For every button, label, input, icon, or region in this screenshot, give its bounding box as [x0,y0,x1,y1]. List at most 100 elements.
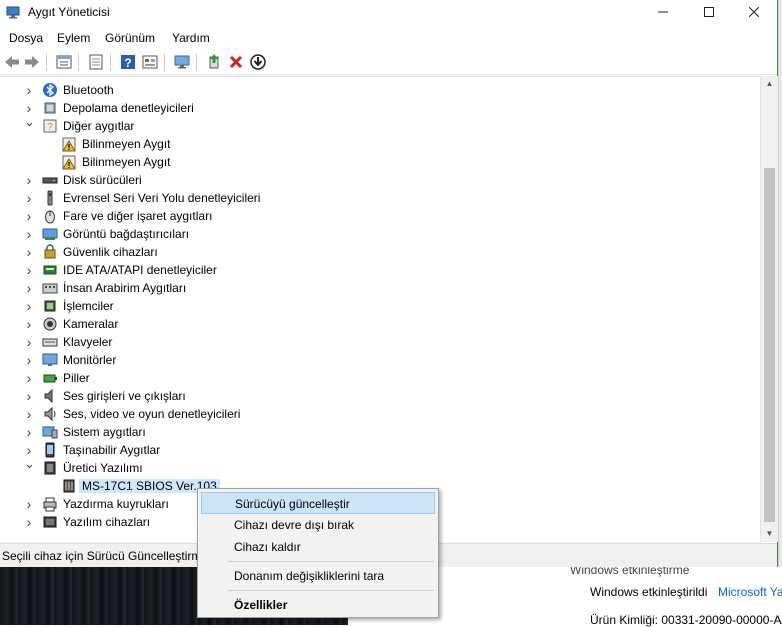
tree-item[interactable]: › Güvenlik cihazları [0,243,760,261]
minimize-icon [658,11,668,13]
tree-item[interactable]: › Taşınabilir Aygıtlar [0,441,760,459]
forward-arrow-icon[interactable] [23,53,41,71]
tree-item-label: Diğer aygıtlar [63,119,135,133]
tree-item[interactable]: › Sistem aygıtları [0,423,760,441]
tree-item-label: Bilinmeyen Aygıt [82,137,171,151]
chevron-right-icon[interactable]: › [24,371,34,385]
menu-update-driver[interactable]: Sürücüyü güncelleştir [201,492,435,514]
close-icon [748,6,760,18]
chevron-right-icon[interactable]: › [24,425,34,439]
uninstall-x-icon[interactable] [227,53,245,71]
chevron-right-icon[interactable]: › [24,83,34,97]
tree-item[interactable]: › Evrensel Seri Veri Yolu denetleyicileri [0,189,760,207]
chevron-right-icon[interactable]: › [24,263,34,277]
chevron-right-icon[interactable]: › [24,389,34,403]
tree-item[interactable]: › Disk sürücüleri [0,171,760,189]
chevron-right-icon[interactable]: › [24,281,34,295]
chevron-right-icon[interactable]: › [24,443,34,457]
scroll-down-icon[interactable]: ▼ [761,526,778,542]
menu-scan-hardware[interactable]: Donanım değişikliklerini tara [201,565,435,587]
help-icon[interactable]: ? [119,53,137,71]
tree-item-label: Piller [63,371,90,385]
show-hidden-icon[interactable] [87,53,105,71]
menu-gorunum[interactable]: Görünüm [105,31,155,45]
toolbar-separator [164,54,165,71]
menu-dosya[interactable]: Dosya [9,31,43,45]
menu-separator [228,561,434,562]
tree-item[interactable]: › Fare ve diğer işaret aygıtları [0,207,760,225]
svg-text:?: ? [47,122,53,133]
tree-item-label-wrap: IDE ATA/ATAPI denetleyiciler [63,263,217,277]
chevron-right-icon[interactable]: › [24,299,34,313]
minimize-button[interactable] [640,0,686,24]
tree-item[interactable]: › İşlemciler [0,297,760,315]
menu-eylem[interactable]: Eylem [57,31,90,45]
tree-item-label-wrap: Monitörler [63,353,116,367]
storage-controller-icon [44,102,56,114]
scroll-up-icon[interactable]: ▲ [761,76,778,92]
chevron-right-icon[interactable]: › [24,317,34,331]
menu-disable-device[interactable]: Cihazı devre dışı bırak [201,514,435,536]
window-title: Aygıt Yöneticisi [28,5,110,19]
download-circle-icon[interactable] [249,53,267,71]
menu-uninstall-device[interactable]: Cihazı kaldır [201,536,435,558]
unknown-device-warning-icon [62,137,76,152]
tree-item[interactable]: › Monitörler [0,351,760,369]
menu-item-label: Özellikler [234,598,288,612]
chevron-right-icon[interactable]: › [24,101,34,115]
tree-item-label-wrap: Güvenlik cihazları [63,245,158,259]
tree-item-label-wrap: İnsan Arabirim Aygıtları [63,281,186,295]
tree-item[interactable]: › İnsan Arabirim Aygıtları [0,279,760,297]
microsoft-link[interactable]: Microsoft Ya [718,585,782,599]
chevron-down-icon[interactable]: ⌄ [24,457,35,470]
monitor-icon [42,353,58,366]
hid-icon [42,283,58,294]
menu-yardim[interactable]: Yardım [172,31,210,45]
tree-item[interactable]: Bilinmeyen Aygıt [0,135,760,153]
chevron-right-icon[interactable]: › [24,209,34,223]
tree-item-label-wrap: Ses girişleri ve çıkışları [63,389,186,403]
tree-item[interactable]: ⌄ Üretici Yazılımı [0,457,760,477]
tree-item[interactable]: › Piller [0,369,760,387]
view-icon[interactable] [141,53,159,71]
tree-item[interactable]: › IDE ATA/ATAPI denetleyiciler [0,261,760,279]
tree-item[interactable]: › Görüntü bağdaştırıcıları [0,225,760,243]
chevron-right-icon[interactable]: › [24,497,34,511]
vertical-scrollbar[interactable]: ▲ ▼ [760,76,778,542]
usb-icon [47,190,53,206]
security-device-icon [44,244,56,259]
close-button[interactable] [731,0,777,24]
tree-item-label: Depolama denetleyicileri [63,101,194,115]
tree-item[interactable]: › Depolama denetleyicileri [0,99,760,117]
tree-item-label: IDE ATA/ATAPI denetleyiciler [63,263,217,277]
monitor-scan-icon[interactable] [173,53,191,71]
chevron-right-icon[interactable]: › [24,173,34,187]
chevron-right-icon[interactable]: › [24,245,34,259]
tree-item[interactable]: › Kameralar [0,315,760,333]
processor-icon [44,300,56,312]
unknown-device-warning-icon [62,155,76,170]
menu-properties[interactable]: Özellikler [201,594,435,616]
scrollbar-thumb[interactable] [764,168,775,522]
chevron-right-icon[interactable]: › [24,335,34,349]
system-devices-icon [42,426,58,439]
tree-item[interactable]: › Klavyeler [0,333,760,351]
tree-item[interactable]: › Ses, video ve oyun denetleyicileri [0,405,760,423]
chevron-down-icon[interactable]: ⌄ [24,115,35,128]
tree-item[interactable]: › Ses girişleri ve çıkışları [0,387,760,405]
tree-item[interactable]: › Bluetooth [0,81,760,99]
chevron-right-icon[interactable]: › [24,227,34,241]
update-driver-icon[interactable] [205,53,223,71]
title-bar[interactable]: Aygıt Yöneticisi [0,0,777,26]
chevron-right-icon[interactable]: › [24,191,34,205]
maximize-button[interactable] [686,0,732,24]
properties-pane-icon[interactable] [55,53,73,71]
tree-item-label-wrap: Bilinmeyen Aygıt [82,137,171,151]
tree-item[interactable]: Bilinmeyen Aygıt [0,153,760,171]
tree-item[interactable]: ⌄? Diğer aygıtlar [0,115,760,135]
chevron-right-icon[interactable]: › [24,515,34,529]
chevron-right-icon[interactable]: › [24,353,34,367]
tree-item-label-wrap: Piller [63,371,90,385]
chevron-right-icon[interactable]: › [24,407,34,421]
back-arrow-icon[interactable] [3,53,21,71]
